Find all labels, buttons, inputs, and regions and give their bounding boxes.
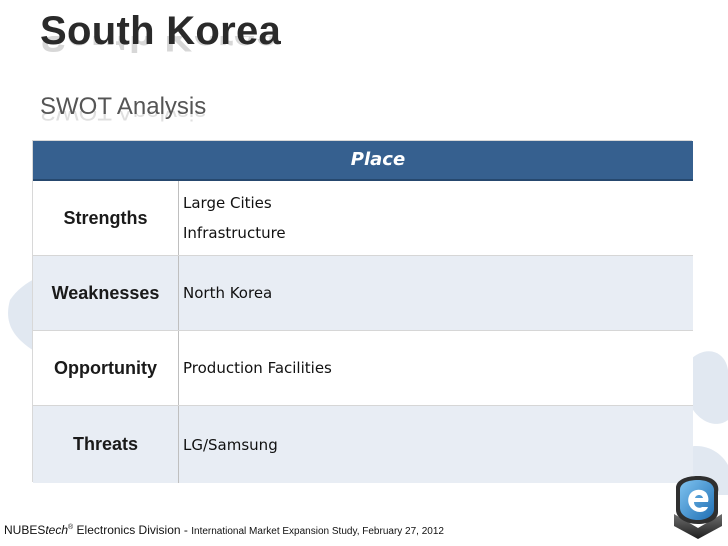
swot-header: Place — [33, 141, 693, 181]
row-item: Infrastructure — [183, 224, 286, 242]
row-label: Strengths — [33, 181, 179, 255]
swot-header-label: Place — [350, 149, 406, 170]
slide-title-block: South Korea South Korea — [40, 8, 281, 60]
swot-row-threats: Threats LG/Samsung — [33, 406, 693, 483]
footer-brand-prefix: NUBES — [4, 523, 46, 537]
slide-footer: NUBEStech® Electronics Division - Intern… — [4, 520, 444, 540]
row-label: Opportunity — [33, 331, 179, 405]
swot-table: Place Strengths Large Cities Infrastruct… — [32, 140, 693, 483]
row-item: North Korea — [183, 284, 273, 302]
row-item: LG/Samsung — [183, 435, 278, 454]
nubestech-logo-icon — [668, 474, 726, 540]
slide-subtitle-block: SWOT Analysis SWOT Analysis — [40, 93, 206, 125]
row-content: North Korea — [183, 256, 683, 330]
slide-title: South Korea — [40, 9, 282, 53]
footer-study: International Market Expansion Study, Fe… — [191, 526, 444, 537]
row-content: Production Facilities — [183, 331, 683, 405]
swot-row-weaknesses: Weaknesses North Korea — [33, 256, 693, 331]
swot-row-strengths: Strengths Large Cities Infrastructure — [33, 181, 693, 256]
swot-row-opportunity: Opportunity Production Facilities — [33, 331, 693, 406]
row-item: Production Facilities — [183, 359, 332, 377]
footer-division: Electronics Division - — [73, 523, 192, 537]
row-content: Large Cities Infrastructure — [183, 181, 683, 255]
row-label: Weaknesses — [33, 256, 179, 330]
slide-subtitle: SWOT Analysis — [40, 93, 207, 120]
row-item: Large Cities — [183, 194, 272, 212]
footer-brand-italic: tech — [45, 523, 69, 537]
row-content: LG/Samsung — [183, 406, 683, 483]
row-label: Threats — [33, 406, 179, 483]
